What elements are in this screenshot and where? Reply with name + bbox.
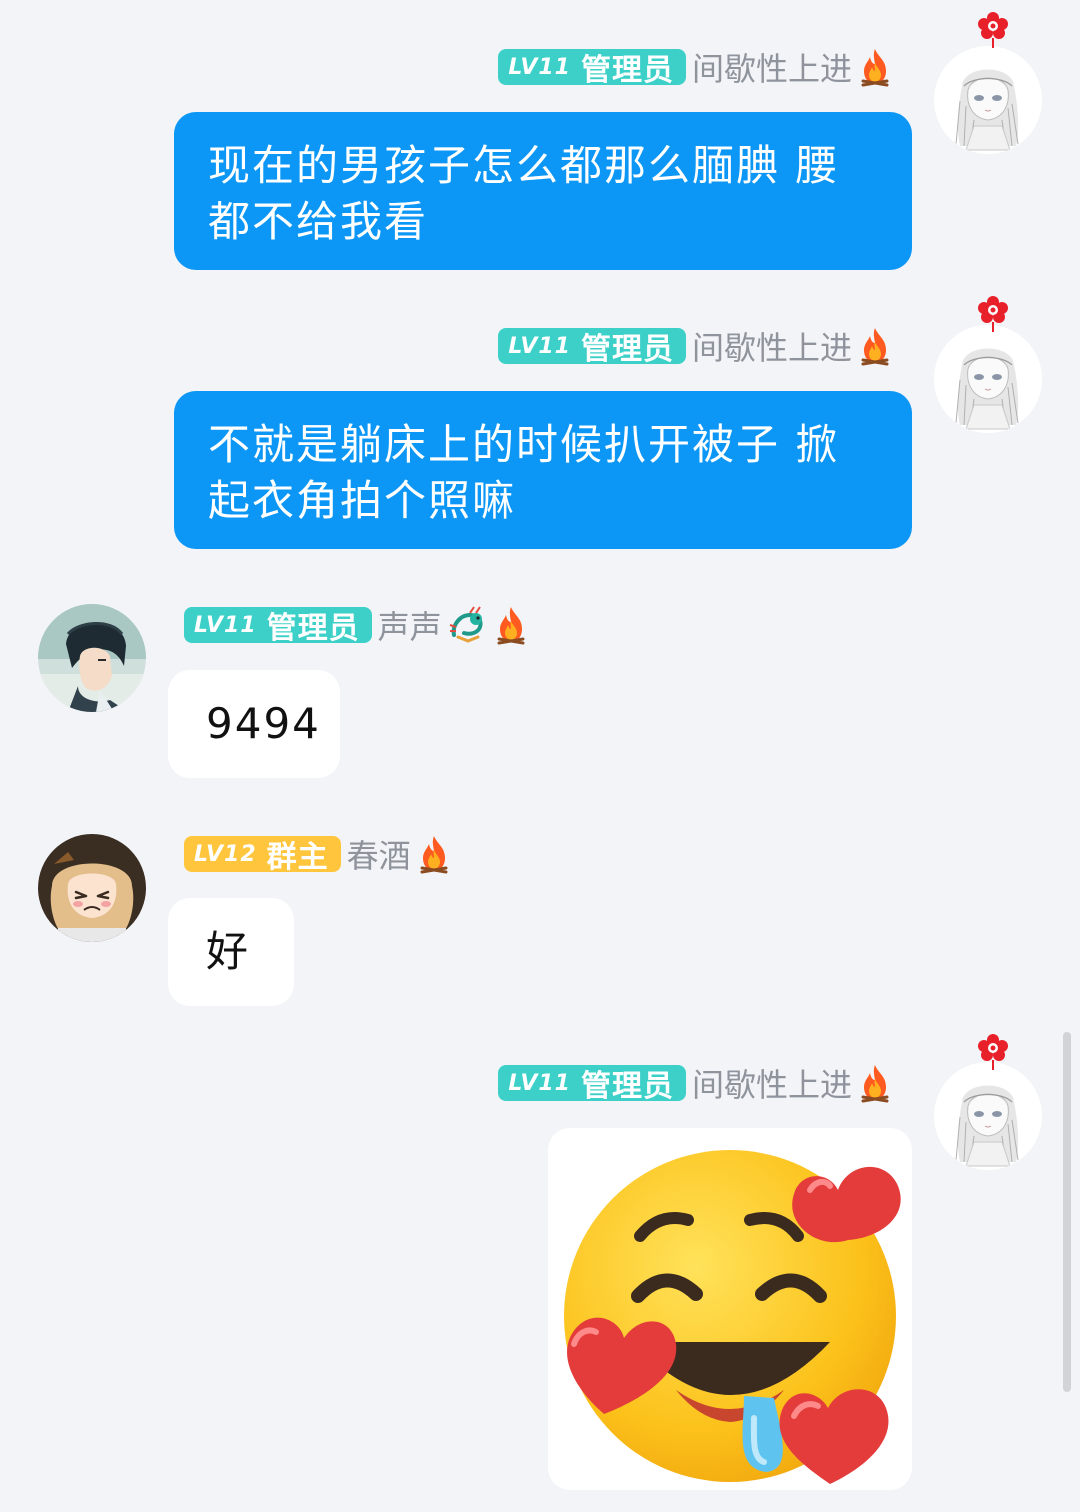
fire-icon <box>858 1063 892 1103</box>
message-text: 现在的男孩子怎么都那么腼腆 腰都不给我看 <box>208 141 840 246</box>
level-label: LV11 <box>508 333 571 359</box>
dragon-icon <box>449 606 483 643</box>
flower-icon <box>973 292 1013 332</box>
fire-icon <box>858 47 892 87</box>
fire-icon <box>858 326 892 366</box>
flower-icon <box>973 1030 1013 1070</box>
sender-meta: LV11 管理员 声声 <box>184 605 528 646</box>
admin-badge: LV11 管理员 <box>498 1065 686 1104</box>
role-label: 管理员 <box>266 611 360 646</box>
message-text: 9494 <box>206 699 321 748</box>
level-label: LV11 <box>508 1070 571 1096</box>
smiling-face-with-hearts-icon <box>564 1150 901 1484</box>
message-bubble[interactable]: 不就是躺床上的时候扒开被子 掀起衣角拍个照嘛 <box>174 391 912 549</box>
avatar[interactable] <box>934 46 1042 154</box>
sender-nickname[interactable]: 间歇性上进 <box>692 1060 852 1106</box>
fire-icon <box>494 605 528 645</box>
admin-badge: LV11 管理员 <box>498 49 686 88</box>
scrollbar[interactable] <box>1063 1032 1071 1392</box>
sender-nickname[interactable]: 春酒 <box>347 831 411 877</box>
level-label: LV11 <box>508 54 571 80</box>
sticker-message[interactable] <box>548 1128 912 1490</box>
avatar[interactable] <box>934 1062 1042 1170</box>
message-bubble[interactable]: 现在的男孩子怎么都那么腼腆 腰都不给我看 <box>174 112 912 270</box>
level-label: LV12 <box>194 841 257 867</box>
message-text: 不就是躺床上的时候扒开被子 掀起衣角拍个照嘛 <box>208 420 840 525</box>
owner-badge: LV12 群主 <box>184 836 341 875</box>
role-label: 管理员 <box>580 332 674 367</box>
level-label: LV11 <box>194 612 257 638</box>
sender-meta: LV11 管理员 间歇性上进 <box>498 47 892 88</box>
flower-icon <box>973 8 1013 48</box>
avatar[interactable] <box>38 604 146 712</box>
avatar[interactable] <box>38 834 146 942</box>
role-label: 管理员 <box>580 53 674 88</box>
admin-badge: LV11 管理员 <box>184 607 372 646</box>
role-label: 管理员 <box>580 1069 674 1104</box>
message-text: 好 <box>206 927 251 976</box>
sender-meta: LV12 群主 春酒 <box>184 834 451 875</box>
sender-meta: LV11 管理员 间歇性上进 <box>498 326 892 367</box>
message-bubble[interactable]: 好 <box>168 898 294 1006</box>
admin-badge: LV11 管理员 <box>498 328 686 367</box>
sender-nickname[interactable]: 间歇性上进 <box>692 44 852 90</box>
sender-nickname[interactable]: 间歇性上进 <box>692 323 852 369</box>
fire-icon <box>417 834 451 874</box>
sender-nickname[interactable]: 声声 <box>378 602 442 648</box>
sender-meta: LV11 管理员 间歇性上进 <box>498 1063 892 1104</box>
role-label: 群主 <box>266 840 329 875</box>
message-bubble[interactable]: 9494 <box>168 670 340 778</box>
avatar[interactable] <box>934 325 1042 433</box>
